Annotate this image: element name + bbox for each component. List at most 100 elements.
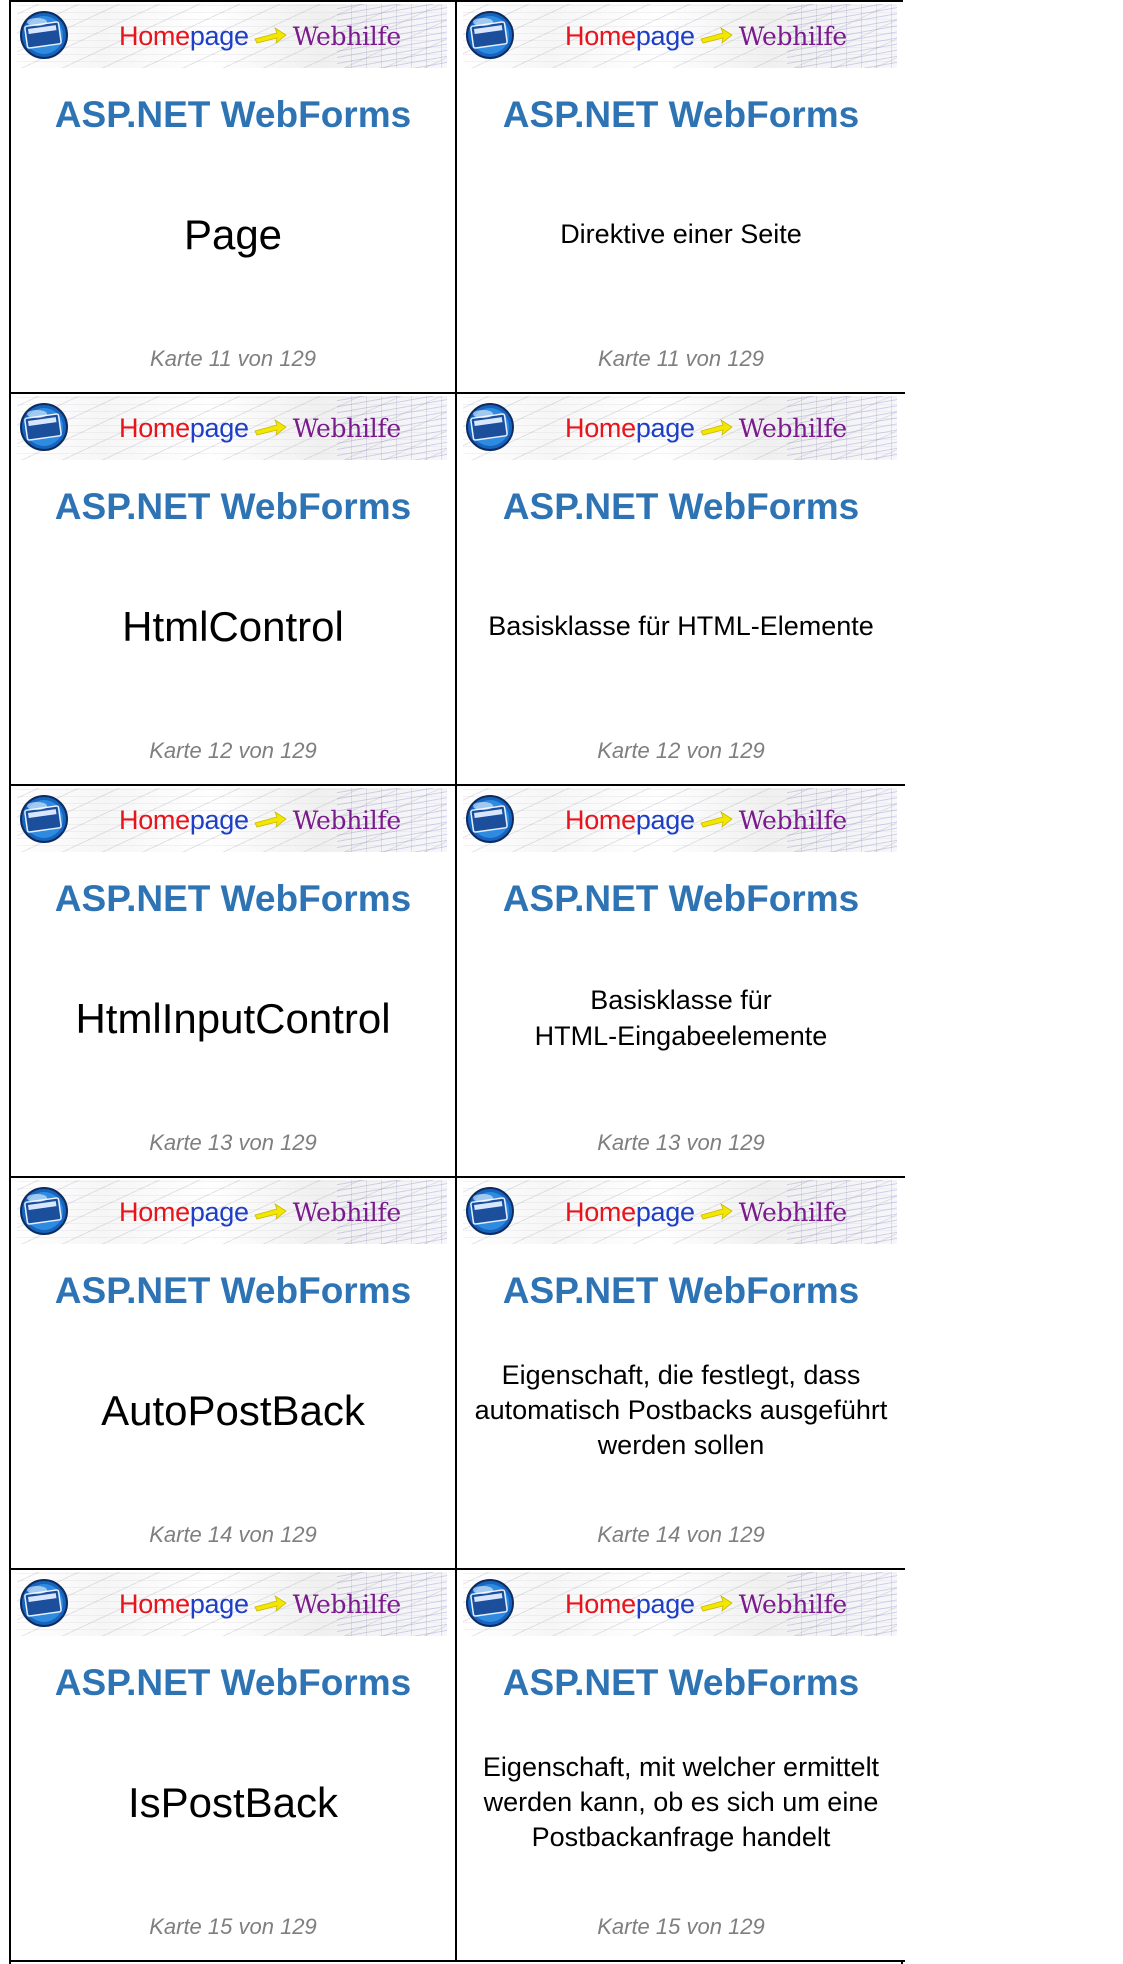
yellow-arrow-icon [254,419,287,436]
card-definition: Eigenschaft, mit welcher ermittelt werde… [482,1751,880,1853]
banner-home-text: Home [565,412,636,443]
flashcard-back: Home page Webhilfe ASP.NET WebForms Eigens… [457,1178,905,1570]
banner-webhilfe-text: Webhilfe [738,1197,848,1227]
monitor-logo-icon [466,795,514,843]
yellow-arrow-icon [254,1203,287,1220]
banner-home-text: Home [119,1588,190,1619]
banner-title: Home page Webhilfe [119,408,401,448]
yellow-arrow-icon [254,27,287,44]
card-term: HtmlControl [122,602,344,650]
homepage-webhilfe-banner: Home page Webhilfe [463,1180,897,1244]
flashcard-back: Home page Webhilfe ASP.NET WebForms Eigens… [457,1570,905,1962]
card-number-footer: Karte 12 von 129 [597,738,765,763]
banner-home-text: Home [565,1196,636,1227]
card-definition: Basisklasse für HTML-Elemente [488,610,874,641]
yellow-arrow-icon [254,1595,287,1612]
flashcard-grid: Home page Webhilfe ASP.NET WebForms Page Ka… [9,0,905,1964]
banner-home-text: Home [119,1196,190,1227]
yellow-arrow-icon [700,27,733,44]
banner-page-text: page [189,20,249,51]
monitor-logo-icon [20,1187,68,1235]
card-heading: ASP.NET WebForms [54,94,412,135]
homepage-webhilfe-banner: Home page Webhilfe [17,4,447,68]
monitor-logo-icon [20,403,68,451]
monitor-logo-icon [466,1187,514,1235]
homepage-webhilfe-banner: Home page Webhilfe [463,4,897,68]
homepage-webhilfe-banner: Home page Webhilfe [17,1180,447,1244]
card-number-footer: Karte 14 von 129 [597,1522,765,1547]
flashcard-front: Home page Webhilfe ASP.NET WebForms IsPost… [11,1570,457,1962]
card-heading: ASP.NET WebForms [502,1270,860,1311]
banner-title: Home page Webhilfe [565,408,847,448]
banner-home-text: Home [565,20,636,51]
homepage-webhilfe-banner: Home page Webhilfe [17,1572,447,1636]
card-term: AutoPostBack [101,1386,365,1434]
card-number-footer: Karte 11 von 129 [150,346,316,371]
homepage-webhilfe-banner: Home page Webhilfe [463,396,897,460]
banner-webhilfe-text: Webhilfe [292,21,402,51]
banner-title: Home page Webhilfe [565,1584,847,1624]
banner-webhilfe-text: Webhilfe [738,805,848,835]
banner-title: Home page Webhilfe [565,1192,847,1232]
banner-home-text: Home [119,804,190,835]
card-heading: ASP.NET WebForms [502,94,860,135]
homepage-webhilfe-banner: Home page Webhilfe [463,788,897,852]
banner-home-text: Home [565,1588,636,1619]
card-number-footer: Karte 15 von 129 [597,1914,765,1939]
monitor-logo-icon [466,1579,514,1627]
flashcard-back: Home page Webhilfe ASP.NET WebForms Basisk… [457,394,905,786]
banner-webhilfe-text: Webhilfe [738,413,848,443]
banner-page-text: page [189,1588,249,1619]
banner-title: Home page Webhilfe [565,800,847,840]
flashcard-front: Home page Webhilfe ASP.NET WebForms AutoPo… [11,1178,457,1570]
banner-home-text: Home [119,20,190,51]
homepage-webhilfe-banner: Home page Webhilfe [17,788,447,852]
banner-webhilfe-text: Webhilfe [292,1589,402,1619]
yellow-arrow-icon [700,419,733,436]
flashcard-front: Home page Webhilfe ASP.NET WebForms Page Ka… [11,2,457,394]
banner-page-text: page [635,412,695,443]
banner-title: Home page Webhilfe [119,16,401,56]
flashcard-front: Home page Webhilfe ASP.NET WebForms HtmlCo… [11,394,457,786]
banner-page-text: page [635,1588,695,1619]
card-number-footer: Karte 13 von 129 [149,1130,317,1155]
banner-home-text: Home [119,412,190,443]
card-heading: ASP.NET WebForms [502,1662,860,1703]
banner-page-text: page [635,804,695,835]
card-heading: ASP.NET WebForms [54,1270,412,1311]
flashcard-front: Home page Webhilfe ASP.NET WebForms HtmlIn… [11,786,457,1178]
card-heading: ASP.NET WebForms [502,878,860,919]
card-term: Page [183,210,283,258]
card-number-footer: Karte 14 von 129 [149,1522,317,1547]
banner-webhilfe-text: Webhilfe [292,413,402,443]
monitor-logo-icon [466,403,514,451]
card-heading: ASP.NET WebForms [54,878,412,919]
monitor-logo-icon [466,11,514,59]
banner-page-text: page [189,412,249,443]
card-heading: ASP.NET WebForms [502,486,860,527]
flashcard-sheet: Home page Webhilfe ASP.NET WebForms Page Ka… [0,0,1123,1964]
banner-webhilfe-text: Webhilfe [292,1197,402,1227]
banner-home-text: Home [565,804,636,835]
card-heading: ASP.NET WebForms [54,486,412,527]
card-term: HtmlInputControl [75,994,391,1042]
monitor-logo-icon [20,11,68,59]
flashcard-back: Home page Webhilfe ASP.NET WebForms Direkt… [457,2,905,394]
monitor-logo-icon [20,1579,68,1627]
yellow-arrow-icon [700,1595,733,1612]
card-definition: Direktive einer Seite [560,218,802,249]
card-definition: Basisklasse für HTML-Eingabeelemente [534,985,828,1051]
card-definition: Eigenschaft, die festlegt, dass automati… [474,1359,888,1461]
banner-page-text: page [635,20,695,51]
banner-title: Home page Webhilfe [119,1192,401,1232]
flashcard-back: Home page Webhilfe ASP.NET WebForms Basisk… [457,786,905,1178]
yellow-arrow-icon [254,811,287,828]
card-term: IsPostBack [127,1778,339,1826]
yellow-arrow-icon [700,811,733,828]
banner-webhilfe-text: Webhilfe [292,805,402,835]
banner-title: Home page Webhilfe [119,1584,401,1624]
card-number-footer: Karte 12 von 129 [149,738,317,763]
banner-title: Home page Webhilfe [565,16,847,56]
banner-page-text: page [189,1196,249,1227]
card-number-footer: Karte 15 von 129 [149,1914,317,1939]
